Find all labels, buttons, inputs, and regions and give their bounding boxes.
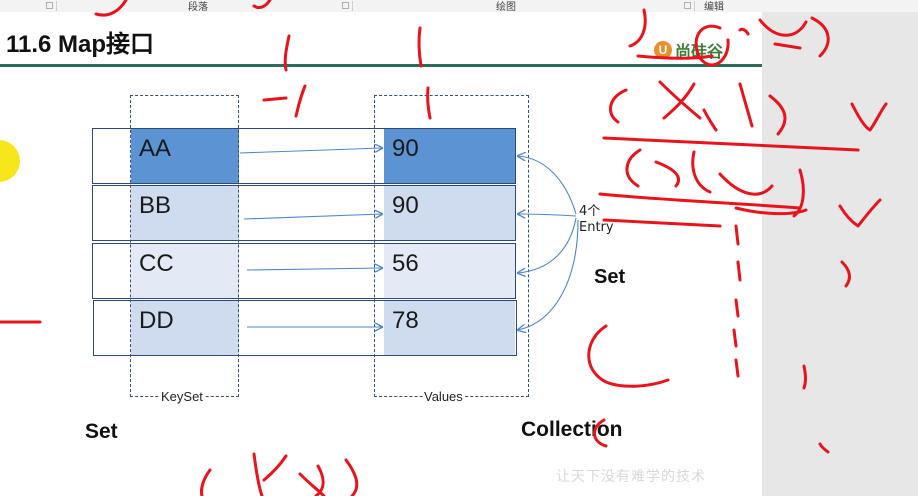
handwriting-annotations: [0, 0, 888, 496]
